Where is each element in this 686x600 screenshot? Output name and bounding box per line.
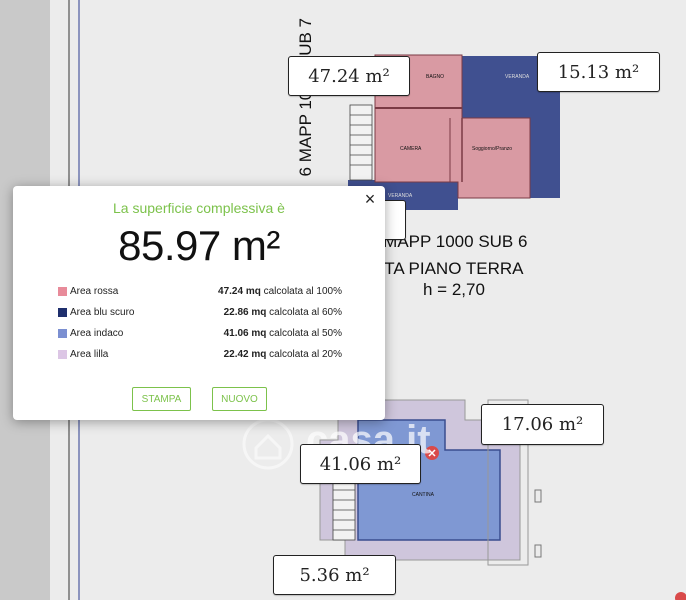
area-label-bottom: 5.36 m² xyxy=(273,555,396,595)
area-value: 41.06 mq xyxy=(223,328,267,339)
area-row-lilla: Area lilla 22.42 mq calcolata al 20% xyxy=(58,346,342,364)
swatch-rossa xyxy=(58,287,67,296)
area-label-mid-right: 17.06 m² xyxy=(481,404,604,445)
room-label-soggiorno: Soggiorno/Pranzo xyxy=(472,146,513,152)
area-summary-modal: × La superficie complessiva è 85.97 m² A… xyxy=(13,186,385,420)
corner-badge-icon xyxy=(675,592,686,600)
swatch-blu-scuro xyxy=(58,308,67,317)
area-percentage: calcolata al 50% xyxy=(266,328,342,339)
swatch-lilla xyxy=(58,350,67,359)
plan-heading-line2: NTA PIANO TERRA xyxy=(372,259,524,278)
watermark-logo-icon xyxy=(242,418,294,470)
print-button[interactable]: STAMPA xyxy=(132,387,191,411)
area-name: Area rossa xyxy=(70,286,119,297)
area-row-rossa: Area rossa 47.24 mq calcolata al 100% xyxy=(58,283,342,301)
area-name: Area blu scuro xyxy=(70,307,135,318)
area-row-indaco: Area indaco 41.06 mq calcolata al 50% xyxy=(58,325,342,343)
area-value: 22.42 mq xyxy=(223,349,267,360)
new-button[interactable]: NUOVO xyxy=(212,387,267,411)
area-row-blu-scuro: Area blu scuro 22.86 mq calcolata al 60% xyxy=(58,304,342,322)
room-label-cantina: CANTINA xyxy=(412,492,434,498)
area-value: 22.86 mq xyxy=(223,307,267,318)
area-label-mid-left: 41.06 m² xyxy=(300,444,421,484)
area-percentage: calcolata al 20% xyxy=(266,349,342,360)
modal-subtitle: La superficie complessiva è xyxy=(113,200,285,216)
room-label-bagno: BAGNO xyxy=(426,74,445,80)
area-name: Area lilla xyxy=(70,349,109,360)
area-label-top-left: 47.24 m² xyxy=(288,56,410,96)
area-label-top-right: 15.13 m² xyxy=(537,52,660,92)
swatch-indaco xyxy=(58,329,67,338)
plan-heading-line3: h = 2,70 xyxy=(423,280,485,299)
room-label-veranda: VERANDA xyxy=(505,74,530,80)
area-name: Area indaco xyxy=(70,328,124,339)
area-percentage: calcolata al 100% xyxy=(260,286,342,297)
room-label-camera: CAMERA xyxy=(400,146,422,152)
total-area: 85.97 m² xyxy=(118,222,280,269)
room-label-veranda-bottom: VERANDA xyxy=(388,193,413,199)
area-percentage: calcolata al 60% xyxy=(266,307,342,318)
area-value: 47.24 mq xyxy=(218,286,261,297)
